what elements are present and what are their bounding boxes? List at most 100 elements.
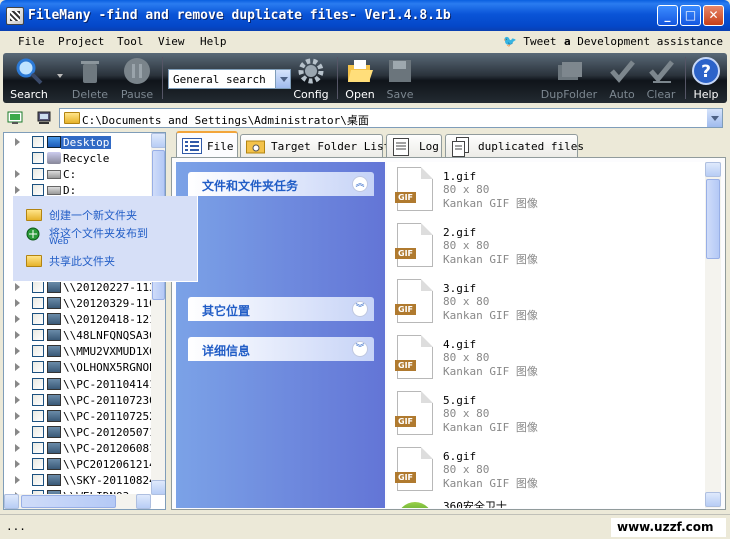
- tree-item[interactable]: \\20120418-1213: [4, 311, 162, 327]
- tree-item-checkbox[interactable]: [32, 361, 44, 374]
- tab-log[interactable]: Log: [386, 134, 442, 158]
- expand-arrow-icon[interactable]: [15, 363, 24, 372]
- minimize-button[interactable]: _: [657, 5, 678, 26]
- tree-item[interactable]: Recycle: [4, 150, 152, 166]
- file-item[interactable]: GIF 2.gif 80 x 80 Kankan GIF 图像: [387, 220, 705, 276]
- expand-arrow-icon[interactable]: [15, 186, 24, 195]
- tree-item-checkbox[interactable]: [32, 393, 44, 406]
- network-icon[interactable]: [36, 110, 52, 126]
- scroll-up-arrow-icon[interactable]: [705, 162, 721, 177]
- chevron-down-icon[interactable]: [707, 109, 722, 127]
- expand-arrow-icon[interactable]: [15, 460, 24, 468]
- scroll-down-arrow-icon[interactable]: [705, 492, 721, 507]
- tab-duplicated-files[interactable]: duplicated files: [445, 134, 584, 158]
- file-item[interactable]: GIF 3.gif 80 x 80 Kankan GIF 图像: [387, 276, 705, 332]
- tree-item-checkbox[interactable]: [32, 152, 44, 165]
- tree-item-checkbox[interactable]: [32, 184, 44, 197]
- dupfolder-button[interactable]: DupFolder: [539, 54, 599, 102]
- tree-vertical-scrollbar[interactable]: [151, 133, 165, 495]
- tree-item-checkbox[interactable]: [32, 168, 44, 181]
- file-list-vertical-scrollbar[interactable]: [705, 162, 721, 508]
- scroll-thumb[interactable]: [706, 179, 720, 259]
- save-button[interactable]: Save: [381, 54, 419, 102]
- open-button[interactable]: Open: [340, 54, 380, 102]
- chevron-down-icon[interactable]: [275, 70, 290, 88]
- chevron-up-icon[interactable]: ︽: [352, 176, 368, 192]
- tree-item[interactable]: \\20120329-1101: [4, 295, 162, 311]
- file-item[interactable]: GIF 6.gif 80 x 80 Kankan GIF 图像: [387, 444, 705, 500]
- chevron-down-icon[interactable]: ︾: [352, 341, 368, 357]
- tree-item-checkbox[interactable]: [32, 441, 44, 454]
- tree-item-checkbox[interactable]: [32, 345, 44, 358]
- scroll-thumb[interactable]: [21, 495, 116, 508]
- other-places-header[interactable]: 其它位置 ︾: [188, 297, 374, 321]
- tree-item[interactable]: \\PC-2012050718: [4, 424, 162, 440]
- search-mode-select[interactable]: General search: [168, 69, 291, 89]
- file-item[interactable]: 360安全卫士: [387, 500, 705, 508]
- file-item[interactable]: GIF 5.gif 80 x 80 Kankan GIF 图像: [387, 388, 705, 444]
- app-icon[interactable]: [6, 7, 24, 25]
- tree-item[interactable]: Desktop: [4, 134, 152, 150]
- close-button[interactable]: ✕: [703, 5, 724, 26]
- menu-help[interactable]: Help: [200, 35, 227, 48]
- tree-item-checkbox[interactable]: [32, 377, 44, 390]
- file-item[interactable]: GIF 1.gif 80 x 80 Kankan GIF 图像: [387, 164, 705, 220]
- file-list[interactable]: GIF 1.gif 80 x 80 Kankan GIF 图像 GIF 2.gif 80 x…: [387, 162, 705, 508]
- tree-item[interactable]: \\MMU2VXMUD1X0C: [4, 343, 162, 359]
- desktop-view-icon[interactable]: [7, 110, 23, 126]
- search-dropdown-arrow-icon[interactable]: [57, 74, 63, 81]
- tree-item[interactable]: \\PC-2011072522: [4, 408, 162, 424]
- development-assistance-link[interactable]: a Development assistance: [564, 35, 723, 48]
- config-button[interactable]: Config: [290, 54, 332, 102]
- tweet-link[interactable]: 🐦 Tweet: [503, 35, 556, 48]
- menu-file[interactable]: File: [18, 35, 45, 48]
- search-button[interactable]: Search: [5, 54, 53, 102]
- publish-folder-web-link-cont[interactable]: Web: [49, 237, 69, 247]
- tree-horizontal-scrollbar[interactable]: [4, 494, 151, 509]
- tree-item-checkbox[interactable]: [32, 297, 44, 309]
- expand-arrow-icon[interactable]: [15, 427, 24, 436]
- expand-arrow-icon[interactable]: [15, 282, 24, 291]
- expand-arrow-icon[interactable]: [15, 138, 24, 146]
- tab-file[interactable]: File: [176, 131, 238, 159]
- scroll-left-arrow-icon[interactable]: [4, 494, 19, 509]
- auto-button[interactable]: Auto: [603, 54, 641, 102]
- tree-item[interactable]: \\48LNFQNQSA30C: [4, 327, 162, 343]
- expand-arrow-icon[interactable]: [15, 379, 24, 388]
- scroll-right-arrow-icon[interactable]: [136, 494, 151, 509]
- expand-arrow-icon[interactable]: [15, 331, 24, 340]
- expand-arrow-icon[interactable]: [15, 170, 24, 179]
- clear-button[interactable]: Clear: [642, 54, 680, 102]
- tree-item-checkbox[interactable]: [32, 280, 44, 293]
- expand-arrow-icon[interactable]: [15, 315, 24, 324]
- scroll-up-arrow-icon[interactable]: [151, 133, 165, 148]
- expand-arrow-icon[interactable]: [15, 347, 24, 356]
- tab-target-folder-list[interactable]: Target Folder List: [240, 134, 390, 158]
- share-folder-link[interactable]: 共享此文件夹: [49, 253, 115, 269]
- details-header[interactable]: 详细信息 ︾: [188, 337, 374, 361]
- menu-tool[interactable]: Tool: [117, 35, 144, 48]
- tree-item-checkbox[interactable]: [32, 329, 44, 342]
- expand-arrow-icon[interactable]: [15, 443, 24, 452]
- tree-item-checkbox[interactable]: [32, 458, 44, 470]
- menu-view[interactable]: View: [158, 35, 185, 48]
- help-button[interactable]: ? Help: [688, 54, 724, 102]
- tree-item-checkbox[interactable]: [32, 474, 44, 487]
- tree-item-checkbox[interactable]: [32, 409, 44, 422]
- tree-item[interactable]: C:: [4, 166, 152, 182]
- expand-arrow-icon[interactable]: [15, 299, 24, 307]
- title-bar[interactable]: FileMany -find and remove duplicate file…: [0, 0, 730, 31]
- scroll-down-arrow-icon[interactable]: [151, 480, 165, 495]
- create-new-folder-link[interactable]: 创建一个新文件夹: [49, 207, 137, 223]
- tree-item[interactable]: \\PC-2012060812: [4, 440, 162, 456]
- file-item[interactable]: GIF 4.gif 80 x 80 Kankan GIF 图像: [387, 332, 705, 388]
- tree-item[interactable]: \\PC-2011072300: [4, 392, 162, 408]
- maximize-button[interactable]: □: [680, 5, 701, 26]
- tree-item[interactable]: \\PC2012061214I: [4, 456, 162, 472]
- menu-project[interactable]: Project: [58, 35, 104, 48]
- chevron-down-icon[interactable]: ︾: [352, 301, 368, 317]
- tree-item-checkbox[interactable]: [32, 136, 44, 148]
- tree-item[interactable]: \\SKY-20110824I: [4, 472, 162, 488]
- tree-item[interactable]: \\PC-2011041415: [4, 376, 162, 392]
- file-folder-tasks-header[interactable]: 文件和文件夹任务 ︽: [188, 172, 374, 196]
